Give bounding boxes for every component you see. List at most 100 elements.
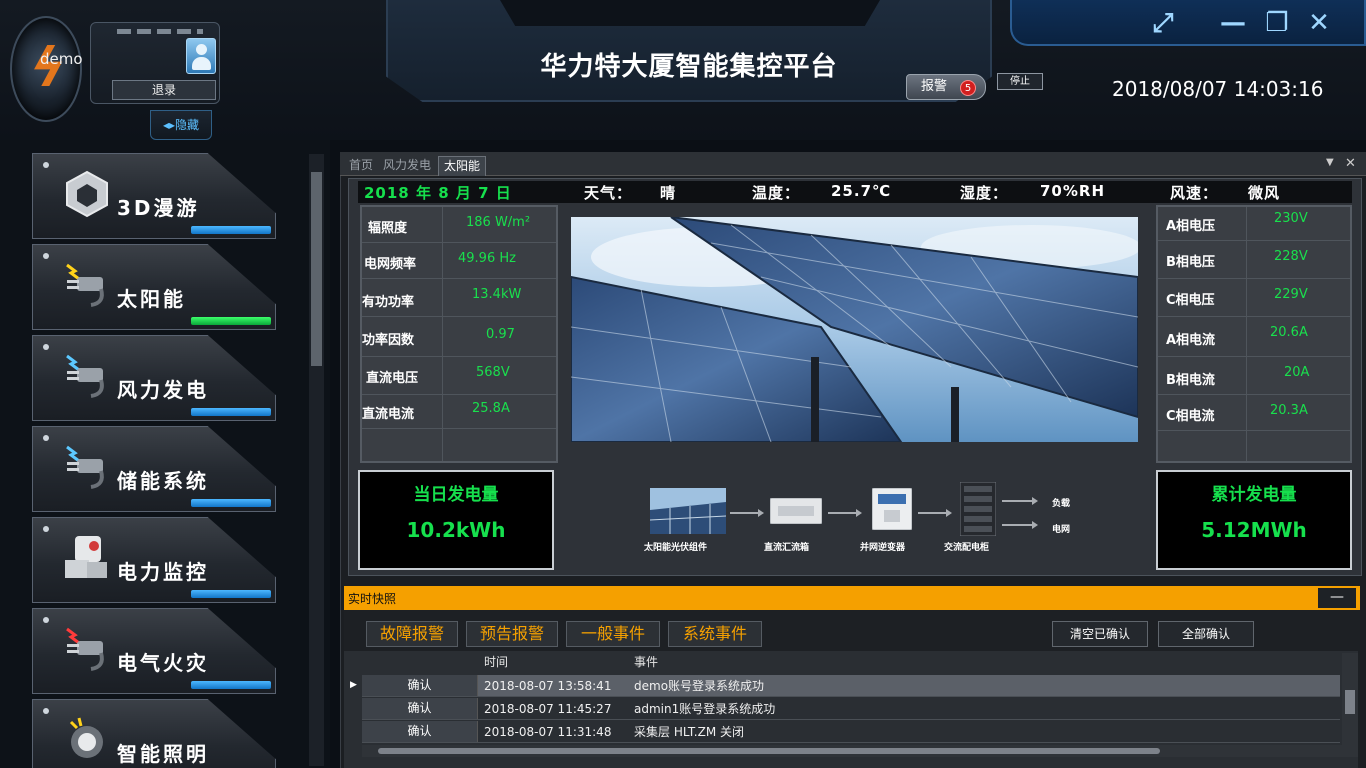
app-logo: ϟ (10, 16, 82, 122)
restore-icon[interactable]: ❐ (1260, 8, 1294, 40)
plug-fire-icon (66, 627, 104, 671)
row-event: admin1账号登录系统成功 (634, 702, 776, 716)
user-avatar-icon[interactable] (186, 38, 216, 74)
current-date: 2018 年 8 月 7 日 (364, 184, 512, 202)
flow-label-load: 负载 (1052, 499, 1071, 509)
sidebar-item-label: 智能照明 (117, 742, 209, 766)
row-time: 2018-08-07 13:58:41 (484, 679, 612, 693)
flow-arrow (1002, 521, 1038, 529)
tab-close-icon[interactable]: ✕ (1345, 156, 1356, 171)
flow-arrow (1002, 497, 1038, 505)
param-label: 辐照度 (368, 221, 408, 236)
alarm-count-badge: 5 (960, 80, 976, 96)
tab-wind-power[interactable]: 风力发电 (378, 156, 436, 176)
column-header-time: 时间 (484, 655, 509, 669)
event-table-horizontal-scroll-thumb[interactable] (378, 748, 1160, 754)
param-label: 功率因数 (362, 333, 415, 348)
snapshot-minimize-button[interactable]: — (1318, 588, 1356, 608)
filter-fault-alarm-button[interactable]: 故障报警 (366, 621, 458, 647)
param-value: 230V (1274, 211, 1308, 226)
flow-label-pv-module: 太阳能光伏组件 (644, 543, 708, 553)
flow-label-inverter: 并网逆变器 (860, 543, 906, 553)
total-generation-box: 累计发电量 5.12MWh (1156, 470, 1352, 570)
humidity-value: 70%RH (1040, 182, 1106, 200)
tab-bar (340, 152, 1366, 176)
close-icon[interactable]: ✕ (1302, 8, 1336, 40)
table-row: A相电压 230V (1158, 207, 1350, 241)
param-value: 20A (1284, 365, 1310, 380)
event-table-vertical-scroll-thumb[interactable] (1345, 690, 1355, 714)
ac-distribution-cabinet-icon (960, 482, 996, 536)
tab-dropdown-icon[interactable]: ▼ (1326, 157, 1334, 168)
weather-value: 晴 (660, 184, 677, 202)
temperature-value: 25.7℃ (831, 182, 892, 200)
plug-lightning-icon (66, 354, 104, 398)
table-row: 电网频率 49.96 Hz (362, 243, 556, 279)
param-value: 228V (1274, 249, 1308, 264)
param-value: 229V (1274, 287, 1308, 302)
table-row: 功率因数 0.97 (362, 317, 556, 357)
confirm-all-button[interactable]: 全部确认 (1158, 621, 1254, 647)
table-row: A相电流 20.6A (1158, 317, 1350, 357)
flow-arrow (730, 509, 764, 517)
param-label: 直流电流 (362, 407, 415, 422)
confirm-row-button[interactable]: 确认 (362, 698, 478, 719)
param-label: C相电流 (1166, 409, 1215, 424)
grid-inverter-icon (872, 488, 912, 530)
param-label: B相电流 (1166, 373, 1215, 388)
pv-module-icon (650, 488, 726, 534)
lamp-icon (69, 717, 103, 758)
param-value: 0.97 (486, 327, 515, 342)
minimize-icon[interactable]: — (1216, 8, 1250, 40)
plug-lightning-icon (66, 445, 104, 489)
hide-sidebar-button[interactable]: ◂▸隐藏 (150, 110, 212, 140)
weather-label: 天气： (584, 184, 633, 202)
filter-general-event-button[interactable]: 一般事件 (566, 621, 660, 647)
snapshot-title: 实时快照 (348, 592, 397, 606)
table-row[interactable]: 确认 2018-08-07 11:31:48 采集层 HLT.ZM 关闭 (362, 721, 1340, 743)
filter-warning-alarm-button[interactable]: 预告报警 (466, 621, 558, 647)
temperature-label: 温度： (752, 184, 801, 202)
wind-speed-value: 微风 (1248, 184, 1281, 202)
stop-button[interactable]: 停止 (997, 73, 1043, 90)
sidebar-scroll-thumb[interactable] (311, 172, 322, 366)
filter-system-event-button[interactable]: 系统事件 (668, 621, 762, 647)
daily-generation-box: 当日发电量 10.2kWh (358, 470, 554, 570)
flow-label-combiner: 直流汇流箱 (764, 543, 810, 553)
table-row: C相电压 229V (1158, 279, 1350, 317)
sidebar-item-label: 电气火灾 (117, 651, 209, 675)
param-value: 49.96 Hz (458, 251, 516, 266)
lightning-logo-icon: ϟ (23, 36, 73, 99)
param-label: A相电压 (1166, 219, 1216, 234)
param-label: 电网频率 (364, 257, 417, 272)
confirm-row-button[interactable]: 确认 (362, 675, 478, 696)
row-time: 2018-08-07 11:45:27 (484, 702, 612, 716)
table-row[interactable]: 确认 2018-08-07 11:45:27 admin1账号登录系统成功 (362, 698, 1340, 720)
wind-speed-label: 风速： (1170, 184, 1219, 202)
system-flow-diagram: 太阳能光伏组件 直流汇流箱 并网逆变器 交流配电柜 负载 电网 (640, 480, 1100, 570)
tab-home[interactable]: 首页 (344, 156, 378, 176)
confirm-row-button[interactable]: 确认 (362, 721, 478, 742)
param-value: 20.6A (1270, 325, 1308, 340)
fullscreen-icon[interactable]: ⤢ (1146, 8, 1180, 40)
table-row[interactable]: 确认 2018-08-07 13:58:41 demo账号登录系统成功 (362, 675, 1340, 697)
right-parameter-table: A相电压 230V B相电压 228V C相电压 229V A相电流 20.6A… (1156, 205, 1352, 463)
solar-panel-illustration (571, 217, 1138, 442)
flow-label-grid: 电网 (1052, 525, 1071, 535)
sidebar-item-label: 3D漫游 (117, 196, 200, 220)
clear-confirmed-button[interactable]: 清空已确认 (1052, 621, 1148, 647)
param-label: B相电压 (1166, 255, 1215, 270)
snapshot-header (344, 586, 1360, 610)
solar-panel-photo (571, 217, 1138, 442)
total-generation-title: 累计发电量 (1211, 485, 1297, 505)
power-module-icon (65, 536, 107, 578)
param-label: C相电压 (1166, 293, 1215, 308)
plug-lightning-icon (66, 263, 104, 307)
table-row: 有功功率 13.4kW (362, 279, 556, 317)
tab-solar[interactable]: 太阳能 (438, 156, 487, 176)
logout-button[interactable]: 退录 (112, 80, 216, 100)
sidebar-item-label: 电力监控 (117, 560, 209, 584)
param-value: 186 W/m² (466, 215, 531, 230)
daily-generation-title: 当日发电量 (413, 485, 499, 505)
table-row: 直流电压 568V (362, 357, 556, 395)
